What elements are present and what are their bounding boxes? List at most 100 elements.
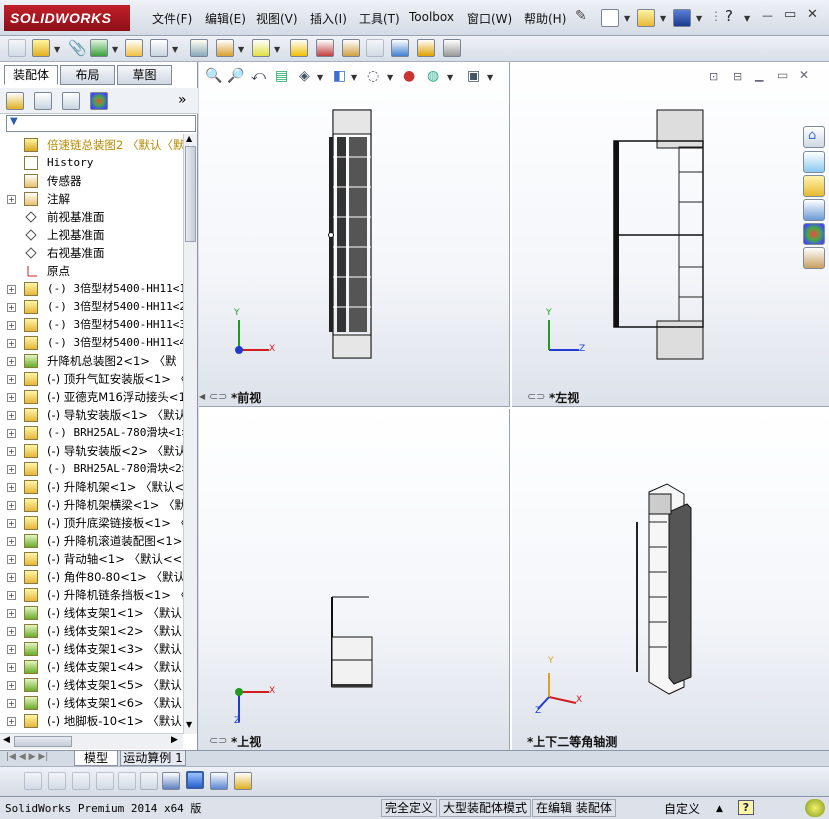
- help-dropdown-icon[interactable]: ▼: [744, 14, 750, 23]
- features-dropdown-icon[interactable]: ▼: [238, 45, 244, 54]
- open-folder-icon[interactable]: [637, 9, 655, 27]
- tree-item-part[interactable]: + (-) 亚德克M16浮动接头<1: [0, 388, 183, 406]
- expand-icon[interactable]: +: [7, 195, 16, 204]
- propertymanager-icon[interactable]: [34, 92, 52, 110]
- tree-item-part[interactable]: + (-) 顶升底梁链接板<1> 〈: [0, 514, 183, 532]
- tree-item-origin[interactable]: 原点: [0, 262, 183, 280]
- left-view-model[interactable]: [609, 107, 709, 367]
- tree-vertical-scrollbar[interactable]: ▲ ▼: [183, 134, 197, 734]
- previous-view-icon[interactable]: ⤺: [251, 68, 266, 84]
- move-dropdown-icon[interactable]: ▼: [172, 45, 178, 54]
- assembly-features-icon[interactable]: [216, 39, 234, 57]
- viewport-close-icon[interactable]: ✕: [799, 68, 809, 82]
- custom-properties-icon[interactable]: [803, 247, 825, 269]
- explode-line-sketch-icon[interactable]: [366, 39, 384, 57]
- tab-motion-study[interactable]: 运动算例 1: [120, 751, 186, 766]
- scroll-thumb[interactable]: [185, 146, 196, 242]
- view-settings-dropdown-icon[interactable]: ▼: [487, 73, 493, 82]
- configurationmanager-icon[interactable]: [62, 92, 80, 110]
- render-tools-icon[interactable]: [234, 772, 252, 790]
- tree-item-part[interactable]: + (-) BRH25AL-780滑块<2>: [0, 460, 183, 478]
- insert-component-icon[interactable]: [32, 39, 50, 57]
- wireframe-icon[interactable]: [24, 772, 42, 790]
- pattern-dropdown-icon[interactable]: ▼: [112, 45, 118, 54]
- menu-view[interactable]: 视图(V): [256, 10, 298, 27]
- expand-icon[interactable]: +: [7, 519, 16, 528]
- hscroll-thumb[interactable]: [14, 736, 72, 747]
- unit-system-arrow-icon[interactable]: ▲: [716, 799, 723, 819]
- perspective-icon[interactable]: [140, 772, 158, 790]
- expand-icon[interactable]: +: [7, 285, 16, 294]
- viewport-layout-icon[interactable]: [210, 772, 228, 790]
- section-view-icon[interactable]: ▤: [275, 68, 288, 84]
- file-explorer-icon[interactable]: [803, 175, 825, 197]
- tree-item-part[interactable]: + (-) 升降机链条挡板<1> 〈: [0, 586, 183, 604]
- expand-icon[interactable]: +: [7, 537, 16, 546]
- front-view-model[interactable]: [319, 107, 379, 367]
- instant3d-icon[interactable]: [443, 39, 461, 57]
- help-question-icon[interactable]: ?: [725, 7, 733, 25]
- isometric-view-model[interactable]: [629, 482, 699, 697]
- hide-show-dropdown-icon[interactable]: ▼: [387, 73, 393, 82]
- tab-sketch[interactable]: 草图: [117, 65, 172, 85]
- tree-item-subassembly[interactable]: + (-) 线体支架1<6> 〈默认<: [0, 694, 183, 712]
- hide-show-items-icon[interactable]: ◌: [367, 68, 379, 84]
- draft-quality-icon[interactable]: [118, 772, 136, 790]
- pin-icon[interactable]: ✎: [575, 8, 587, 24]
- tab-nav-icons[interactable]: |◀ ◀ ▶ ▶|: [6, 752, 48, 762]
- tree-item-subassembly[interactable]: + (-) 升降机滚道装配图<1>: [0, 532, 183, 550]
- menu-insert[interactable]: 插入(I): [310, 10, 347, 27]
- tree-item-part[interactable]: + (-) 升降机架横梁<1> 〈默: [0, 496, 183, 514]
- clearance-verification-icon[interactable]: [417, 39, 435, 57]
- expand-panel-button[interactable]: »: [178, 92, 187, 108]
- tree-item-part[interactable]: + (-) 3倍型材5400-HH11<4>: [0, 334, 183, 352]
- scene-dropdown-icon[interactable]: ▼: [447, 73, 453, 82]
- tree-item-part[interactable]: + (-) BRH25AL-780滑块<1>: [0, 424, 183, 442]
- expand-icon[interactable]: +: [7, 501, 16, 510]
- tree-filter-input[interactable]: ▼: [6, 115, 196, 132]
- expand-icon[interactable]: +: [7, 375, 16, 384]
- new-dropdown-icon[interactable]: ▼: [624, 14, 630, 23]
- shaded-icon[interactable]: [96, 772, 114, 790]
- tree-item-part[interactable]: + (-) 3倍型材5400-HH11<1>: [0, 280, 183, 298]
- save-icon[interactable]: [673, 9, 691, 27]
- expand-icon[interactable]: +: [7, 681, 16, 690]
- link-view-icon[interactable]: ⊂⊃: [209, 390, 227, 403]
- tree-horizontal-scrollbar[interactable]: ◀ ▶: [0, 733, 183, 749]
- status-help-icon[interactable]: ?: [738, 800, 754, 815]
- menu-file[interactable]: 文件(F): [152, 10, 192, 27]
- save-dropdown-icon[interactable]: ▼: [696, 14, 702, 23]
- rebuild-icon[interactable]: [805, 799, 825, 817]
- panel-collapse-icon[interactable]: ◀: [199, 392, 205, 401]
- expand-icon[interactable]: +: [7, 609, 16, 618]
- tree-item-plane[interactable]: 前视基准面: [0, 208, 183, 226]
- restore-button[interactable]: ▭: [784, 7, 796, 22]
- viewport-link-icon[interactable]: ⊡: [709, 70, 718, 83]
- zoom-to-area-icon[interactable]: 🔎: [227, 68, 244, 84]
- apply-scene-icon[interactable]: ◍: [427, 68, 439, 84]
- tree-item-subassembly[interactable]: + (-) 线体支架1<2> 〈默认<: [0, 622, 183, 640]
- mate-clip-icon[interactable]: 📎: [68, 39, 87, 57]
- hidden-lines-icon[interactable]: [48, 772, 66, 790]
- menu-tools[interactable]: 工具(T): [359, 10, 400, 27]
- tree-item-subassembly[interactable]: + (-) 线体支架1<3> 〈默认<: [0, 640, 183, 658]
- tree-item-part[interactable]: + (-) 背动轴<1> 〈默认<<默: [0, 550, 183, 568]
- tab-layout[interactable]: 布局: [60, 65, 115, 85]
- view-cube-icon[interactable]: [186, 771, 204, 789]
- zoom-to-fit-icon[interactable]: 🔍: [205, 68, 222, 84]
- reference-dropdown-icon[interactable]: ▼: [274, 45, 280, 54]
- viewport-minimize-icon[interactable]: ▁: [755, 69, 763, 82]
- tree-item-subassembly[interactable]: + (-) 线体支架1<4> 〈默认<: [0, 658, 183, 676]
- tree-item-subassembly[interactable]: + (-) 线体支架1<1> 〈默认<: [0, 604, 183, 622]
- tree-item-assembly-root[interactable]: 倍速链总装图2 〈默认〈默: [0, 136, 183, 154]
- tree-item-sensor[interactable]: 传感器: [0, 172, 183, 190]
- scroll-right-icon[interactable]: ▶: [171, 735, 178, 745]
- link-view-icon[interactable]: ⊂⊃: [527, 390, 545, 403]
- new-document-icon[interactable]: [601, 9, 619, 27]
- displaymanager-icon[interactable]: [90, 92, 108, 110]
- tree-item-part[interactable]: + (-) 3倍型材5400-HH11<2>: [0, 298, 183, 316]
- shaded-edges-icon[interactable]: [72, 772, 90, 790]
- move-component-icon[interactable]: [150, 39, 168, 57]
- new-motion-study-icon[interactable]: [290, 39, 308, 57]
- show-hidden-icon[interactable]: [190, 39, 208, 57]
